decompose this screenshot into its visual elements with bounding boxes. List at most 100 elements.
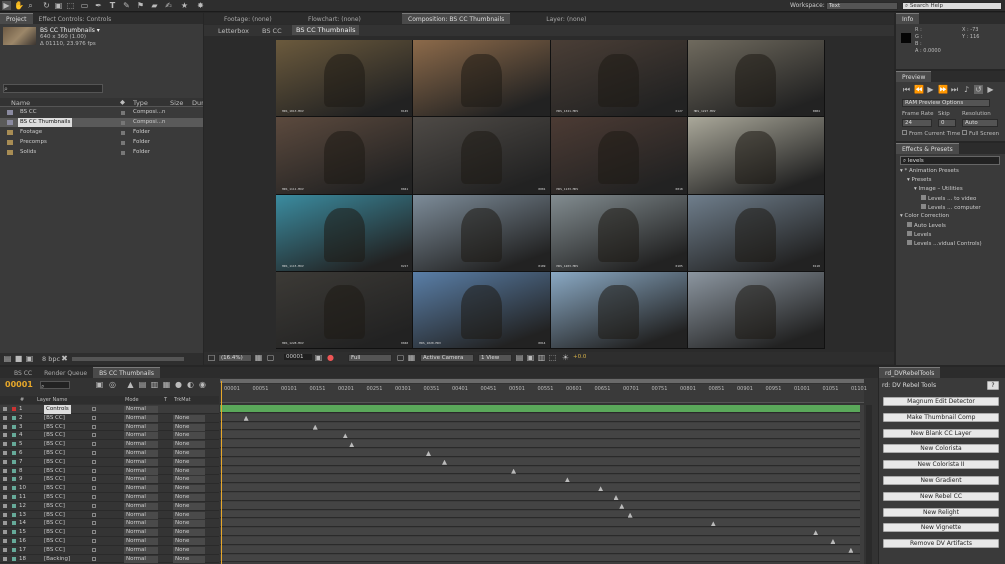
brainstorm-icon[interactable]: ▦	[162, 380, 171, 389]
toggle-pixel-aspect-icon[interactable]: ▤	[515, 353, 524, 362]
clone-stamp-tool-icon[interactable]: ⚑	[136, 1, 145, 10]
thumbnail-layer[interactable]	[687, 117, 824, 194]
magnum-edit-detector-button[interactable]: Magnum Edit Detector	[883, 397, 999, 406]
trash-icon[interactable]: ✖	[60, 354, 69, 363]
visibility-icon[interactable]	[3, 407, 7, 411]
new-colorista-ii-button[interactable]: New Colorista II	[883, 460, 999, 470]
layer-trkmat-select[interactable]: None	[173, 432, 205, 440]
project-item[interactable]: Solids Folder	[0, 148, 203, 157]
breadcrumb-bs-cc[interactable]: BS CC	[262, 27, 282, 35]
effects-tree-item[interactable]: Auto Levels	[907, 222, 946, 229]
safe-zones-icon[interactable]: ▦	[254, 353, 263, 362]
thumbnail-layer[interactable]: HRS_1228.MOV 0040	[276, 271, 413, 348]
visibility-icon[interactable]	[3, 521, 7, 526]
bpc-label[interactable]: 8 bpc	[42, 355, 60, 363]
new-gradient-button[interactable]: New Gradient	[883, 476, 999, 485]
pan-behind-tool-icon[interactable]: ⬚	[66, 1, 75, 10]
layer-row[interactable]: 11 [BS CC] Normal None	[0, 493, 219, 502]
make-thumbnail-comp-button[interactable]: Make Thumbnail Comp	[883, 412, 999, 422]
layer-trkmat-select[interactable]: None	[173, 467, 205, 475]
layer-trkmat-select[interactable]: None	[173, 555, 205, 563]
thumbnail-layer[interactable]: HRS_1227.MOV 0004	[687, 40, 824, 117]
layer-mode-select[interactable]: Normal	[124, 555, 158, 563]
ram-preview-options[interactable]: RAM Preview Options	[902, 99, 990, 107]
mask-visibility-icon[interactable]: ▢	[266, 353, 275, 362]
layer-duration-bar[interactable]	[220, 545, 860, 554]
tab-layer[interactable]: Layer: (none)	[540, 14, 592, 25]
search-help-input[interactable]: ⌕ Search Help	[902, 2, 1002, 10]
layer-trkmat-select[interactable]: None	[173, 423, 205, 431]
zoom-tool-icon[interactable]: ⌕	[26, 1, 35, 10]
layer-row[interactable]: 12 [BS CC] Normal None	[0, 501, 219, 511]
thumbnail-layer[interactable]	[413, 40, 550, 117]
layer-switch-icon[interactable]	[92, 477, 96, 482]
layer-row[interactable]: 3 [BS CC] Normal None	[0, 422, 219, 432]
layer-duration-bar[interactable]	[220, 449, 860, 457]
tab-project[interactable]: Project	[0, 13, 33, 24]
mask-tool-icon[interactable]: ▭	[80, 1, 89, 10]
visibility-icon[interactable]	[3, 503, 7, 508]
layer-switch-icon[interactable]	[92, 424, 96, 429]
visibility-icon[interactable]	[3, 495, 7, 499]
region-of-interest-icon[interactable]: ▢	[396, 353, 405, 362]
thumbnail-layer[interactable]: HRS_1013.MOV 0145	[276, 40, 413, 117]
layer-name[interactable]: [BS CC]	[44, 449, 65, 458]
thumbnail-layer[interactable]	[550, 271, 687, 348]
first-frame-icon[interactable]: ⏮	[902, 85, 911, 94]
pin-tool-icon[interactable]: ✸	[196, 1, 205, 10]
layer-mode-select[interactable]: Normal	[124, 520, 158, 528]
column-dur[interactable]: Dur	[192, 99, 203, 107]
eraser-tool-icon[interactable]: ▰	[150, 1, 159, 10]
layer-duration-bar[interactable]	[220, 519, 860, 528]
visibility-icon[interactable]	[3, 539, 7, 543]
layer-duration-bar[interactable]	[220, 405, 860, 413]
tab-effect-controls[interactable]: Effect Controls: Controls	[33, 14, 118, 25]
from-current-checkbox[interactable]: From Current Time	[902, 130, 960, 137]
motion-blur-icon[interactable]: ▥	[150, 380, 159, 389]
thumbnail-layer[interactable]	[687, 271, 824, 348]
timeline-icon[interactable]: ▥	[537, 353, 546, 362]
layer-switch-icon[interactable]	[92, 530, 96, 535]
magnification-select[interactable]: (16.4%)	[218, 354, 252, 362]
effects-tree-item[interactable]: Levels ... to video	[921, 195, 976, 202]
layer-mode-select[interactable]: Normal	[124, 494, 158, 501]
layer-trkmat-select[interactable]: None	[173, 450, 205, 457]
thumbnail-layer[interactable]: HRS_1115.MOV 0217	[276, 194, 413, 271]
thumbnail-layer[interactable]: 0109	[413, 194, 550, 271]
layer-trkmat-select[interactable]: None	[173, 520, 205, 528]
effects-tree-item[interactable]: Levels	[907, 231, 931, 238]
layer-mode-select[interactable]: Normal	[124, 432, 158, 440]
auto-keyframe-icon[interactable]: ●	[174, 380, 183, 389]
work-area-bar[interactable]	[220, 379, 864, 383]
always-preview-icon[interactable]: □	[207, 353, 216, 362]
layer-mode-select[interactable]: Normal	[124, 458, 158, 466]
project-search-input[interactable]: ⌕	[3, 84, 103, 93]
visibility-icon[interactable]	[3, 415, 7, 420]
layer-switch-icon[interactable]	[92, 486, 96, 491]
tab-footage[interactable]: Footage: (none)	[218, 14, 288, 25]
roto-brush-tool-icon[interactable]: ✍	[164, 1, 173, 10]
effects-tree-item[interactable]: ▾ Color Correction	[900, 213, 949, 219]
next-frame-icon[interactable]: ⏩	[938, 85, 948, 94]
workspace-select[interactable]: Text	[826, 2, 898, 10]
layer-mode-select[interactable]: Normal	[124, 423, 158, 431]
play-icon[interactable]: ▶	[926, 85, 935, 94]
layer-mode-select[interactable]: Normal	[124, 441, 158, 449]
layer-trkmat-select[interactable]: None	[173, 476, 205, 484]
thumbnail-layer[interactable]: HRS_1203.MOV 0105	[550, 194, 687, 271]
layer-row[interactable]: 2 [BS CC] Normal None	[0, 413, 219, 423]
resolution-select-preview[interactable]: Auto	[962, 119, 998, 127]
layer-row[interactable]: 16 [BS CC] Normal None	[0, 537, 219, 546]
tab-preview[interactable]: Preview	[896, 71, 932, 82]
layer-mode-select[interactable]: Normal	[124, 546, 158, 554]
transparency-grid-icon[interactable]: ▦	[407, 353, 416, 362]
layer-row[interactable]: 13 [BS CC] Normal None	[0, 510, 219, 520]
effects-tree-item[interactable]: ▾ Presets	[907, 177, 932, 183]
layer-name[interactable]: [BS CC]	[44, 414, 65, 423]
new-blank-cc-layer-button[interactable]: New Blank CC Layer	[883, 428, 999, 438]
timeline-timecode[interactable]: 00001	[5, 380, 33, 389]
color-channel-icon[interactable]: ●	[326, 353, 335, 362]
rotate-tool-icon[interactable]: ↻	[42, 1, 51, 10]
column-size[interactable]: Size	[170, 99, 183, 107]
layer-trkmat-select[interactable]: None	[173, 458, 205, 466]
